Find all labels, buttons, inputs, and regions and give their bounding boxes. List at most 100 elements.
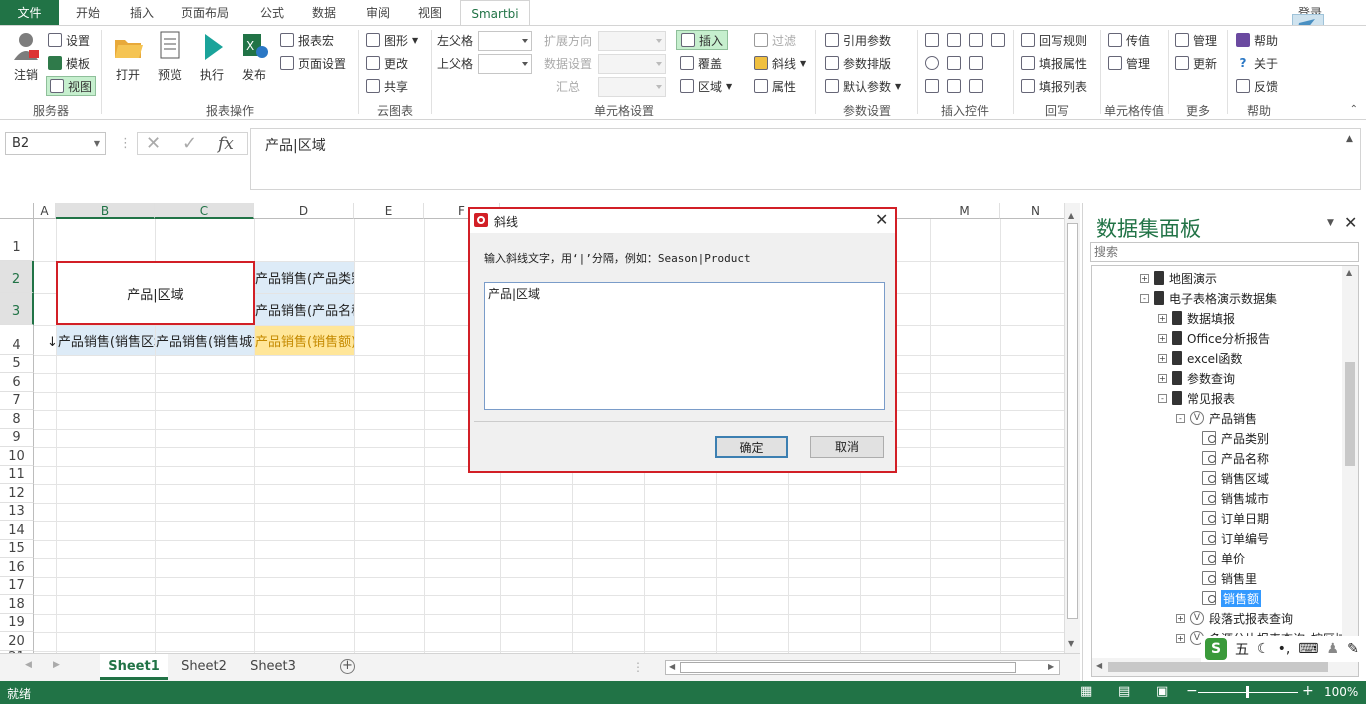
- publish-button[interactable]: X 发布: [234, 30, 274, 83]
- tree-control-icon[interactable]: [969, 56, 983, 70]
- tree-node[interactable]: + V 段落式报表查询: [1176, 609, 1293, 627]
- dialog-title-bar[interactable]: 斜线 ✕: [470, 209, 895, 233]
- textbox-control-icon[interactable]: [925, 33, 939, 47]
- radio-control-icon[interactable]: [925, 56, 939, 70]
- page-setup-button[interactable]: 页面设置: [280, 53, 346, 73]
- cancel-button[interactable]: 取消: [810, 436, 884, 458]
- tab-review[interactable]: 审阅: [358, 0, 398, 26]
- param-layout-button[interactable]: 参数排版: [825, 53, 891, 73]
- column-header-n[interactable]: N: [1000, 203, 1072, 219]
- tree-node[interactable]: + 地图演示: [1140, 269, 1217, 287]
- calendar-control-icon[interactable]: [991, 33, 1005, 47]
- cell-c4[interactable]: 产品销售(销售城市): [156, 326, 254, 355]
- cancel-formula-icon[interactable]: ✕: [146, 133, 161, 155]
- add-sheet-icon[interactable]: +: [340, 659, 355, 674]
- tree-node[interactable]: - 电子表格演示数据集: [1140, 289, 1277, 307]
- preview-button[interactable]: 预览: [150, 30, 190, 83]
- grid-vertical-scroll-thumb[interactable]: [1067, 223, 1078, 619]
- horizontal-scrollbar[interactable]: ◀ ▶: [665, 660, 1060, 675]
- panel-menu-icon[interactable]: ▼: [1327, 218, 1334, 228]
- row-header-5[interactable]: 5: [0, 355, 34, 373]
- update-button[interactable]: 更新: [1175, 53, 1217, 73]
- share-button[interactable]: 共享: [366, 76, 408, 96]
- expand-icon[interactable]: +: [1158, 373, 1167, 383]
- panel-close-icon[interactable]: ✕: [1344, 213, 1357, 232]
- tree-scroll-left-icon[interactable]: ◀: [1096, 661, 1102, 670]
- report-macro-button[interactable]: 报表宏: [280, 30, 334, 50]
- feedback-button[interactable]: 反馈: [1236, 76, 1278, 96]
- row-header-8[interactable]: 8: [0, 410, 34, 429]
- column-header-d[interactable]: D: [254, 203, 354, 219]
- scroll-right-icon[interactable]: ▶: [1048, 662, 1054, 671]
- collapse-icon[interactable]: -: [1140, 293, 1149, 303]
- insert-mode-button[interactable]: 插入: [676, 30, 729, 50]
- cell-d2[interactable]: 产品销售(产品类别): [255, 262, 354, 293]
- tree-node[interactable]: 单价: [1202, 549, 1245, 567]
- sheet-prev-icon[interactable]: ◀: [25, 660, 32, 670]
- row-header-11[interactable]: 11: [0, 466, 34, 484]
- zoom-level[interactable]: 100%: [1324, 685, 1358, 699]
- ok-button[interactable]: 确定: [715, 436, 788, 458]
- data-settings-select[interactable]: [598, 54, 666, 74]
- expand-icon[interactable]: +: [1140, 273, 1149, 283]
- expand-icon[interactable]: +: [1176, 613, 1185, 623]
- tree-node[interactable]: + 数据填报: [1158, 309, 1235, 327]
- dialog-close-icon[interactable]: ✕: [875, 210, 888, 229]
- cover-mode-button[interactable]: 覆盖: [680, 53, 722, 73]
- row-header-14[interactable]: 14: [0, 521, 34, 540]
- tab-page-layout[interactable]: 页面布局: [174, 0, 236, 26]
- image-control-icon[interactable]: [969, 79, 983, 93]
- collapse-icon[interactable]: -: [1158, 393, 1167, 403]
- server-settings-button[interactable]: 设置: [48, 30, 90, 50]
- insert-function-icon[interactable]: fx: [218, 133, 234, 155]
- scroll-up-icon[interactable]: ▲: [1068, 211, 1074, 220]
- row-header-2[interactable]: 2: [0, 261, 34, 293]
- tab-data[interactable]: 数据: [304, 0, 344, 26]
- row-header-7[interactable]: 7: [0, 392, 34, 410]
- view-toggle-button[interactable]: 视图: [46, 76, 97, 96]
- sheet-tab-sheet1[interactable]: Sheet1: [100, 654, 168, 680]
- page-layout-view-icon[interactable]: ▤: [1118, 684, 1130, 699]
- tab-split-handle-icon[interactable]: ⋮: [632, 660, 644, 674]
- tree-vertical-scrollbar[interactable]: ▲: [1342, 266, 1358, 658]
- zoom-in-icon[interactable]: +: [1302, 683, 1314, 699]
- expand-icon[interactable]: +: [1158, 333, 1167, 343]
- row-header-12[interactable]: 12: [0, 484, 34, 503]
- scroll-down-icon[interactable]: ▼: [1068, 639, 1074, 648]
- sheet-next-icon[interactable]: ▶: [53, 660, 60, 670]
- diagonal-text-input[interactable]: 产品|区域: [484, 282, 885, 410]
- zoom-slider-thumb[interactable]: [1246, 686, 1249, 698]
- open-button[interactable]: 打开: [108, 30, 148, 83]
- combo-control-icon[interactable]: [969, 33, 983, 47]
- horizontal-scroll-thumb[interactable]: [680, 662, 1016, 673]
- default-param-button[interactable]: 默认参数 ▼: [825, 76, 901, 96]
- row-header-20[interactable]: 20: [0, 632, 34, 651]
- listbox-control-icon[interactable]: [947, 56, 961, 70]
- row-header-9[interactable]: 9: [0, 429, 34, 447]
- tree-node[interactable]: 销售里: [1202, 569, 1257, 587]
- cell-d3[interactable]: 产品销售(产品名称): [255, 294, 354, 325]
- tab-smartbi[interactable]: Smartbi: [460, 0, 530, 26]
- tree-node[interactable]: 产品类别: [1202, 429, 1269, 447]
- sheet-tab-sheet2[interactable]: Sheet2: [170, 654, 238, 680]
- name-box[interactable]: B2 ▼: [5, 132, 106, 155]
- help-button[interactable]: 帮助: [1236, 30, 1278, 50]
- tree-node[interactable]: - V 产品销售: [1176, 409, 1257, 427]
- tree-node[interactable]: - 常见报表: [1158, 389, 1235, 407]
- tab-file[interactable]: 文件: [0, 0, 59, 26]
- writeback-rules-button[interactable]: 回写规则: [1021, 30, 1087, 50]
- fill-properties-button[interactable]: 填报属性: [1021, 53, 1087, 73]
- row-header-13[interactable]: 13: [0, 503, 34, 521]
- area-button[interactable]: 区域 ▼: [680, 76, 732, 96]
- tree-node[interactable]: 订单编号: [1202, 529, 1269, 547]
- zoom-out-icon[interactable]: −: [1186, 683, 1198, 699]
- tree-node[interactable]: 销售区域: [1202, 469, 1269, 487]
- tree-node[interactable]: 销售城市: [1202, 489, 1269, 507]
- up-parent-select[interactable]: [478, 54, 532, 74]
- tree-horizontal-scroll-thumb[interactable]: [1108, 662, 1328, 672]
- pass-value-manage-button[interactable]: 管理: [1108, 53, 1150, 73]
- row-header-4[interactable]: 4: [0, 325, 34, 355]
- column-header-e[interactable]: E: [354, 203, 424, 219]
- dataset-search-input[interactable]: [1090, 242, 1359, 262]
- fill-list-button[interactable]: 填报列表: [1021, 76, 1087, 96]
